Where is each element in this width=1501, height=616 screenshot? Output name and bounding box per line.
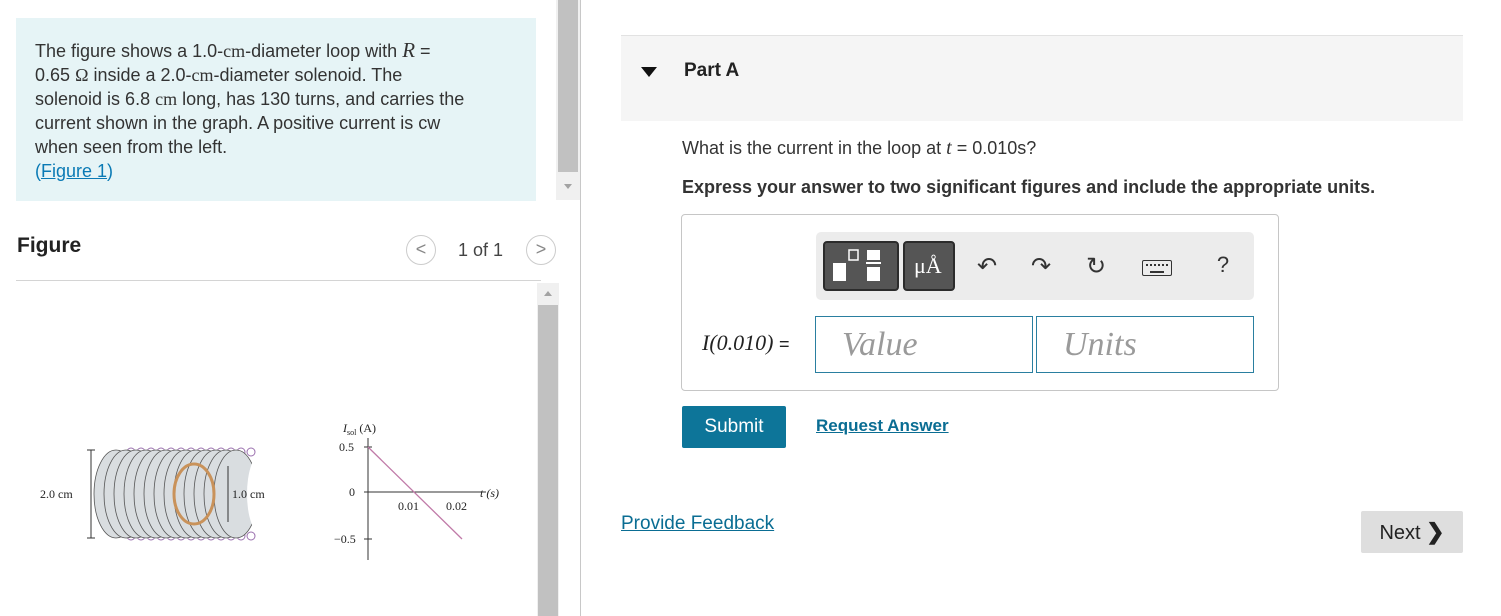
next-button-label: Next (1379, 522, 1421, 544)
prev-figure-button[interactable]: < (406, 235, 436, 265)
graph-xtick-1: 0.02 (446, 499, 467, 513)
instruction-text: Express your answer to two significant f… (682, 177, 1376, 197)
answer-toolbar: μÅ ↶ ↷ ↻ ? (816, 232, 1254, 300)
loop-diameter-label: 1.0 cm (232, 487, 265, 501)
chevron-left-icon: < (415, 239, 427, 259)
units-input[interactable] (1036, 316, 1254, 373)
svg-text:Isol (A): Isol (A) (342, 421, 376, 437)
figure-link[interactable]: Figure 1 (41, 161, 107, 181)
scroll-up-arrow-icon[interactable] (544, 291, 552, 296)
graph-xlabel: t (s) (480, 486, 499, 500)
figure-link-paren: ) (107, 161, 114, 181)
figure-pager: 1 of 1 (458, 240, 504, 260)
keyboard-icon[interactable] (1142, 260, 1172, 276)
current-graph: Isol (A) 0.5 0 −0.5 0.01 0.02 t (s) (334, 421, 499, 560)
answer-box: μÅ ↶ ↷ ↻ ? I(0.010) = (681, 214, 1279, 391)
solenoid-diameter-label: 2.0 cm (40, 487, 73, 501)
problem-statement: The figure shows a 1.0-cm-diameter loop … (16, 18, 536, 201)
unit-cm: cm (155, 89, 178, 109)
problem-text: The figure shows a 1.0-cm-diameter loop … (35, 38, 517, 183)
reset-icon[interactable]: ↻ (1081, 252, 1111, 281)
part-header[interactable]: Part A (621, 35, 1463, 121)
figure-scrollbar[interactable] (537, 283, 559, 616)
units-button[interactable]: μÅ (903, 241, 955, 291)
value-input[interactable] (815, 316, 1033, 373)
scroll-down-arrow-icon[interactable] (564, 184, 572, 189)
undo-icon[interactable]: ↶ (972, 252, 1002, 281)
part-label: Part A (684, 60, 740, 81)
panel-divider (580, 0, 581, 616)
problem-text-part: = (415, 41, 431, 61)
templates-icon (833, 249, 881, 281)
answer-equals: = (778, 334, 790, 354)
units-icon: μÅ (914, 253, 942, 278)
answer-label-text: I(0.010) (702, 330, 774, 355)
provide-feedback-link[interactable]: Provide Feedback (621, 513, 774, 535)
graph-xtick-0: 0.01 (398, 499, 419, 513)
problem-text-part: solenoid is 6.8 (35, 89, 156, 109)
help-icon[interactable]: ? (1208, 252, 1238, 278)
chevron-right-icon: > (535, 239, 547, 259)
answer-label: I(0.010) = (702, 330, 790, 356)
unit-cm: cm (223, 41, 246, 61)
unit-cm: cm (191, 65, 214, 85)
templates-button[interactable] (823, 241, 899, 291)
coil-wire-bottom (246, 531, 256, 541)
resistance-symbol: R (402, 38, 416, 62)
chevron-right-icon: ❯ (1426, 519, 1445, 544)
figure-title: Figure (17, 234, 82, 257)
graph-ytick-2: −0.5 (334, 532, 356, 546)
next-figure-button[interactable]: > (526, 235, 556, 265)
problem-text-part: The figure shows a 1.0- (35, 41, 224, 61)
graph-ytick-0: 0.5 (339, 440, 354, 454)
question-text-part: = 0.010s? (951, 138, 1037, 158)
ohm-unit: Ω (75, 65, 89, 85)
collapse-triangle-icon[interactable] (641, 67, 657, 77)
graph-current-line (367, 446, 463, 540)
problem-text-part: -diameter loop with (245, 41, 403, 61)
redo-icon[interactable]: ↷ (1026, 252, 1056, 281)
coil-wire-top (246, 447, 256, 457)
problem-text-part: current shown in the graph. A positive c… (35, 113, 441, 133)
next-button[interactable]: Next ❯ (1361, 511, 1463, 553)
problem-text-part: inside a 2.0- (88, 65, 192, 85)
question-text: What is the current in the loop at t = 0… (682, 137, 1036, 160)
question-text-part: What is the current in the loop at (682, 138, 947, 158)
problem-scrollbar[interactable] (556, 0, 580, 200)
problem-text-part: -diameter solenoid. The (213, 65, 403, 85)
figure-image: 2.0 cm 1.0 cm Isol (A) 0.5 0 −0.5 0.01 0… (40, 421, 499, 560)
figure-divider (16, 280, 541, 281)
graph-ylabel-unit: (A) (356, 421, 376, 435)
graph-ytick-1: 0 (349, 485, 355, 499)
submit-button[interactable]: Submit (682, 406, 786, 448)
resistance-value: 0.65 (35, 65, 71, 85)
problem-text-part: long, has 130 turns, and carries the (177, 89, 465, 109)
problem-scrollbar-thumb[interactable] (558, 0, 578, 172)
figure-scrollbar-thumb[interactable] (538, 305, 558, 616)
problem-text-part: when seen from the left. (35, 137, 228, 157)
solenoid-diagram: 2.0 cm 1.0 cm (40, 447, 275, 541)
request-answer-link[interactable]: Request Answer (816, 416, 949, 436)
